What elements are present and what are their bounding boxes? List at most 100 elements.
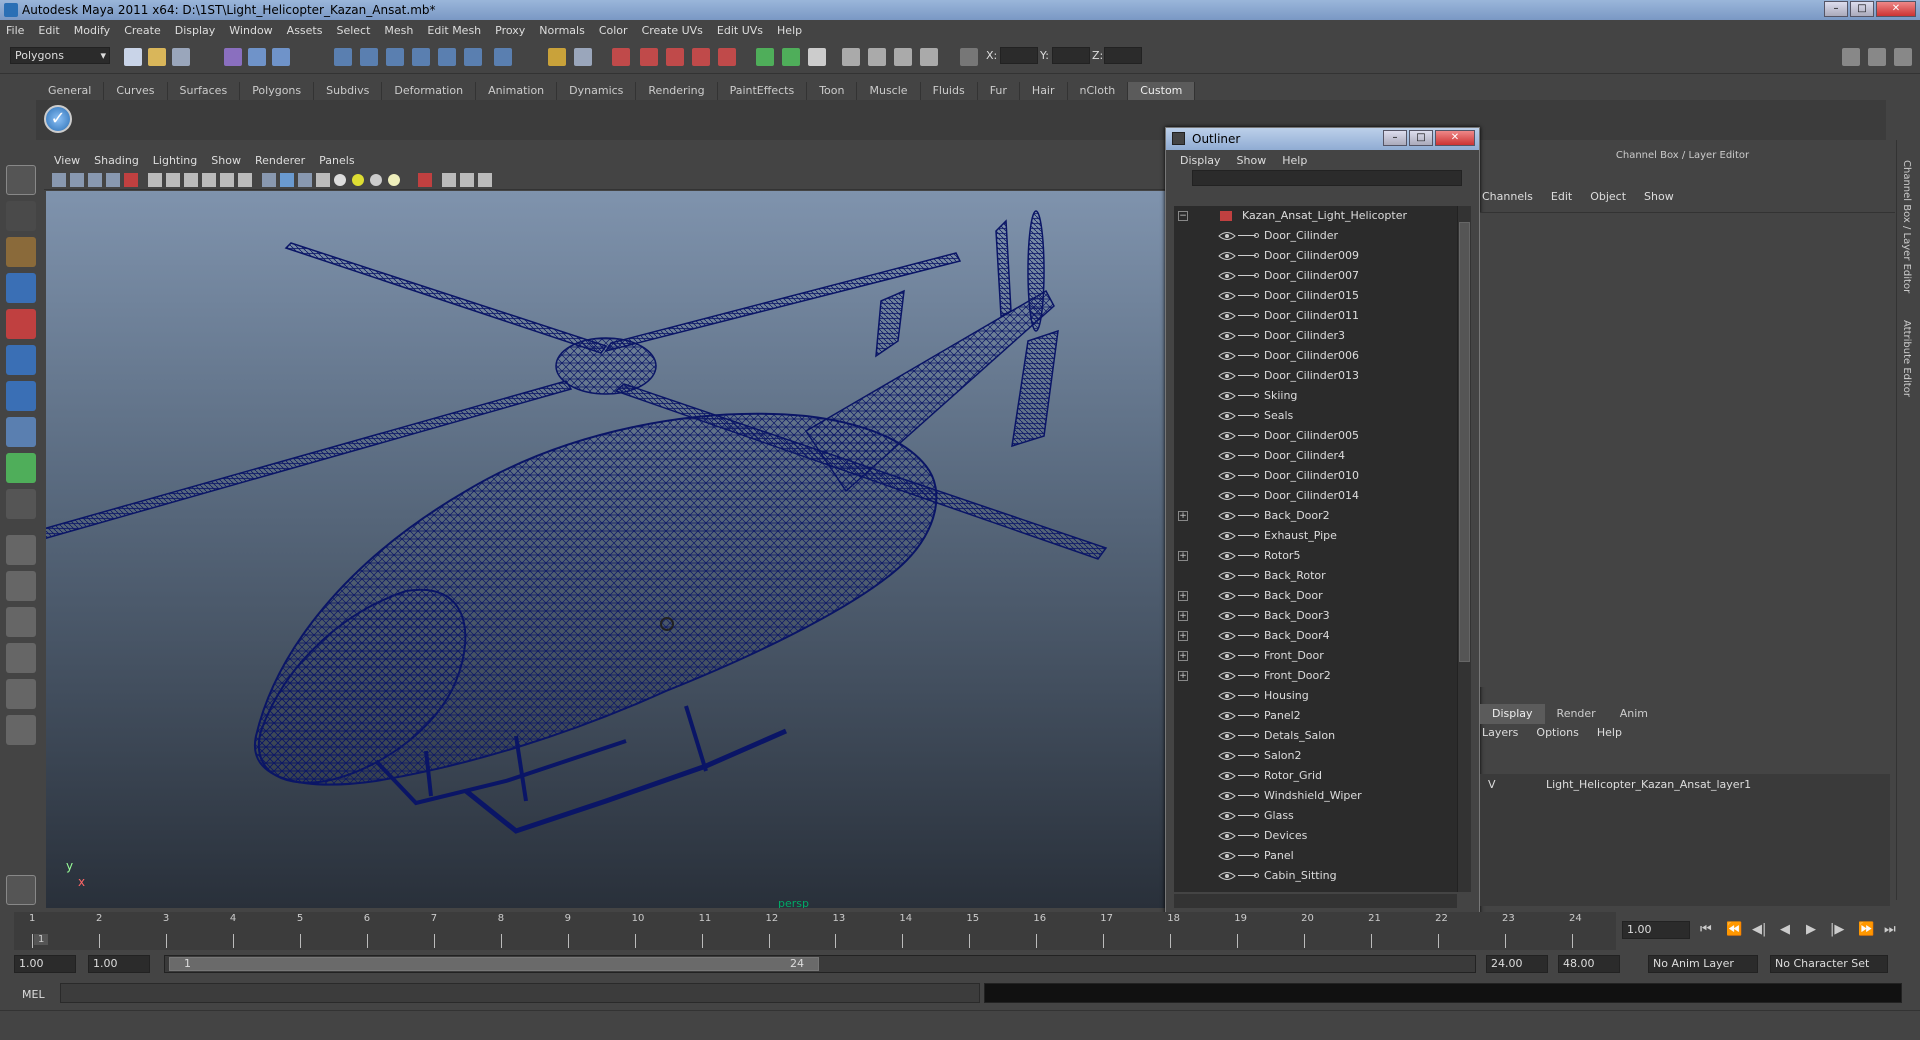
command-input[interactable] (60, 983, 980, 1003)
menu-proxy[interactable]: Proxy (495, 24, 525, 37)
tab-render[interactable]: Render (1545, 704, 1608, 724)
scale-tool-icon[interactable] (6, 345, 36, 375)
layout-custom-icon[interactable] (6, 715, 36, 745)
show-modeling-icon[interactable] (756, 48, 774, 66)
outliner-item[interactable]: + Back_Door3 (1174, 606, 1457, 626)
outliner-item[interactable]: Panel (1174, 846, 1457, 866)
edit-menu[interactable]: Edit (1551, 190, 1572, 210)
menu-modify[interactable]: Modify (74, 24, 110, 37)
outliner-item[interactable]: Door_Cilinder3 (1174, 326, 1457, 346)
outliner-menu-show[interactable]: Show (1237, 154, 1267, 167)
scroll-thumb[interactable] (1459, 222, 1470, 662)
outliner-item[interactable]: + Rotor5 (1174, 546, 1457, 566)
expand-icon[interactable]: + (1178, 631, 1188, 641)
help-menu[interactable]: Help (1597, 726, 1622, 739)
command-language-label[interactable]: MEL (22, 988, 45, 1001)
outliner-item[interactable]: Housing (1174, 686, 1457, 706)
menu-edit-mesh[interactable]: Edit Mesh (427, 24, 481, 37)
menu-select[interactable]: Select (336, 24, 370, 37)
tab-deformation[interactable]: Deformation (382, 82, 477, 100)
menu-set-selector[interactable]: Polygons ▾ (10, 47, 110, 64)
select-component-icon[interactable] (272, 48, 290, 66)
outliner-item[interactable]: + Back_Door (1174, 586, 1457, 606)
x-field[interactable] (1000, 47, 1038, 64)
step-back-key-icon[interactable]: ⏪ (1726, 922, 1742, 937)
outliner-minimize-button[interactable]: – (1383, 130, 1407, 146)
open-scene-icon[interactable] (148, 48, 166, 66)
playback-start-field[interactable]: 1.00 (88, 955, 150, 973)
menu-display[interactable]: Display (175, 24, 216, 37)
lock-tool-icon[interactable] (6, 875, 36, 905)
ipr-render-icon[interactable] (640, 48, 658, 66)
outliner-item[interactable]: Glass (1174, 806, 1457, 826)
outliner-item[interactable]: Detals_Salon (1174, 726, 1457, 746)
toggle-channel-icon[interactable] (1894, 48, 1912, 66)
menu-window[interactable]: Window (229, 24, 272, 37)
make-live-icon[interactable] (438, 48, 456, 66)
select-object-icon[interactable] (248, 48, 266, 66)
tab-general[interactable]: General (36, 82, 105, 100)
outliner-menu-help[interactable]: Help (1282, 154, 1307, 167)
outliner-item[interactable]: Door_Cilinder011 (1174, 306, 1457, 326)
viewport-menu-shading[interactable]: Shading (94, 154, 139, 167)
viewport-menu-lighting[interactable]: Lighting (153, 154, 197, 167)
time-slider[interactable]: 1 2 3 4 5 6 7 8 9 10 11 12 13 14 15 16 17 18 19 20 21 22 23 24 1 (14, 912, 1616, 950)
viewport-toolbar-icons[interactable] (44, 170, 564, 190)
show-manipulator-icon[interactable] (6, 453, 36, 483)
layer-name[interactable]: Light_Helicopter_Kazan_Ansat_layer1 (1546, 774, 1751, 796)
expand-icon[interactable]: + (1178, 591, 1188, 601)
select-hierarchy-icon[interactable] (224, 48, 242, 66)
tab-hair[interactable]: Hair (1020, 82, 1068, 100)
outliner-item[interactable]: Door_Cilinder014 (1174, 486, 1457, 506)
snap-grid-icon[interactable] (334, 48, 352, 66)
show-outliner-icon[interactable] (894, 48, 912, 66)
snap-point-icon[interactable] (386, 48, 404, 66)
tab-anim[interactable]: Anim (1608, 704, 1660, 724)
anim-start-field[interactable]: 1.00 (14, 955, 76, 973)
viewport-menu-renderer[interactable]: Renderer (255, 154, 305, 167)
outliner-list[interactable]: − Kazan_Ansat_Light_Helicopter Door_Cili… (1174, 206, 1457, 892)
object-menu[interactable]: Object (1590, 190, 1626, 210)
show-channel-box-icon[interactable] (868, 48, 886, 66)
close-button[interactable]: ✕ (1876, 1, 1916, 17)
outliner-close-button[interactable]: ✕ (1435, 130, 1475, 146)
outliner-maximize-button[interactable]: □ (1409, 130, 1433, 146)
help-icon[interactable] (494, 48, 512, 66)
outliner-item[interactable]: Door_Cilinder005 (1174, 426, 1457, 446)
layout-single-icon[interactable] (6, 535, 36, 565)
soft-mod-icon[interactable] (6, 417, 36, 447)
show-menu[interactable]: Show (1644, 190, 1674, 210)
channel-box-body[interactable] (1480, 212, 1895, 687)
range-slider[interactable]: 1 24 (164, 955, 1476, 973)
tab-polygons[interactable]: Polygons (240, 82, 315, 100)
lasso-tool-icon[interactable] (6, 201, 36, 231)
outliner-item[interactable]: Rotor_Grid (1174, 766, 1457, 786)
history-icon[interactable] (464, 48, 482, 66)
toggle-toolbox-icon[interactable] (1868, 48, 1886, 66)
expand-icon[interactable]: + (1178, 671, 1188, 681)
step-back-frame-icon[interactable]: ◀| (1752, 922, 1766, 937)
render-settings-icon[interactable] (666, 48, 684, 66)
outliner-item[interactable]: Door_Cilinder010 (1174, 466, 1457, 486)
construction-history-icon[interactable] (548, 48, 566, 66)
layer-visibility-toggle[interactable]: V (1488, 774, 1496, 796)
tab-dynamics[interactable]: Dynamics (557, 82, 637, 100)
last-tool-icon[interactable] (6, 489, 36, 519)
show-attribute-editor-icon[interactable] (808, 48, 826, 66)
z-field[interactable] (1104, 47, 1142, 64)
paint-tool-icon[interactable] (6, 237, 36, 267)
menu-assets[interactable]: Assets (287, 24, 323, 37)
new-scene-icon[interactable] (124, 48, 142, 66)
outliner-vertical-scrollbar[interactable] (1457, 206, 1471, 892)
show-tool-settings-icon[interactable] (842, 48, 860, 66)
expand-icon[interactable]: + (1178, 611, 1188, 621)
tab-surfaces[interactable]: Surfaces (168, 82, 241, 100)
menu-file[interactable]: File (6, 24, 24, 37)
tab-fluids[interactable]: Fluids (921, 82, 978, 100)
outliner-title-bar[interactable]: Outliner – □ ✕ (1166, 128, 1479, 150)
outliner-item[interactable]: Door_Cilinder006 (1174, 346, 1457, 366)
outliner-item[interactable]: Salon2 (1174, 746, 1457, 766)
perspective-viewport[interactable]: persp y x (46, 191, 1166, 908)
step-forward-key-icon[interactable]: ⏩ (1858, 922, 1874, 937)
tab-display[interactable]: Display (1480, 704, 1545, 724)
